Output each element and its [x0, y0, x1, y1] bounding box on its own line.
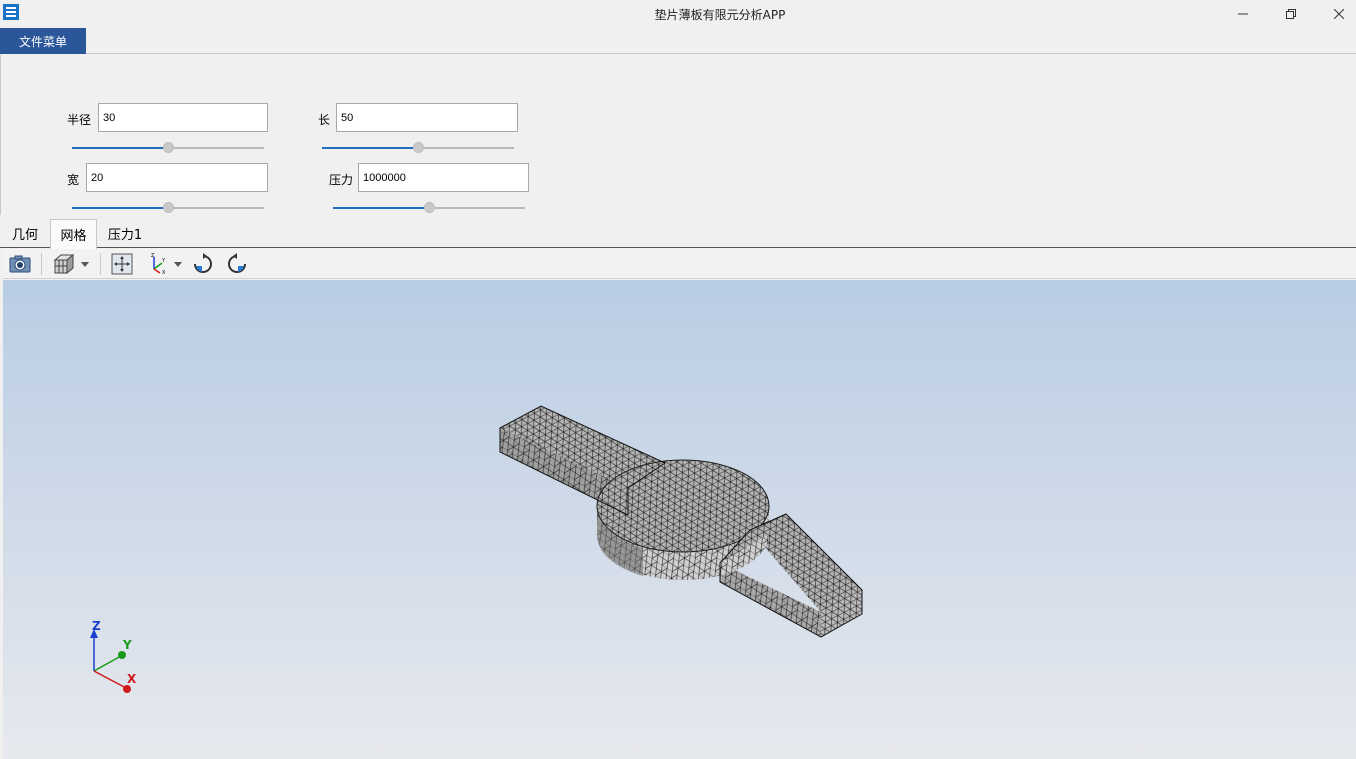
svg-text:Y: Y: [161, 258, 166, 264]
x-axis-line: [93, 670, 127, 689]
rotate-right-icon: [228, 253, 246, 273]
y-axis-line: [93, 655, 122, 672]
toolbar-separator: [100, 253, 101, 275]
camera-icon: [9, 255, 31, 273]
restore-button[interactable]: [1268, 0, 1314, 27]
axis-dropdown-button[interactable]: [172, 252, 184, 276]
width-slider[interactable]: [72, 202, 264, 214]
radius-input[interactable]: 30: [98, 103, 268, 132]
restore-icon: [1286, 8, 1296, 19]
slider-thumb[interactable]: [163, 142, 174, 153]
length-slider[interactable]: [322, 142, 514, 154]
axis-triad: Z Y X: [90, 619, 137, 693]
svg-text:Z: Z: [151, 253, 155, 259]
slider-fill: [72, 147, 168, 149]
rotate-left-icon: [194, 253, 212, 273]
gasket-mesh: [499, 405, 863, 638]
minimize-icon: [1238, 13, 1248, 14]
close-button[interactable]: [1316, 0, 1356, 27]
toolbar-separator: [41, 253, 42, 275]
minimize-button[interactable]: [1220, 0, 1266, 27]
tab-geometry[interactable]: 几何: [3, 219, 47, 248]
radius-slider[interactable]: [72, 142, 264, 154]
graphics-toolbar: Z Y X: [3, 249, 1356, 279]
close-icon: [1334, 8, 1344, 19]
dropdown-icon: [174, 261, 182, 267]
axis-orientation-icon: Z Y X: [151, 253, 166, 275]
window-title: 垫片薄板有限元分析APP: [654, 8, 786, 22]
mesh-model-view[interactable]: [3, 280, 1356, 759]
y-axis-arrow: [118, 651, 126, 659]
tab-mesh[interactable]: 网格: [50, 219, 97, 249]
slider-thumb[interactable]: [163, 202, 174, 213]
rotate-right-button[interactable]: [225, 252, 249, 276]
box-view-icon: [53, 253, 75, 275]
slider-fill: [322, 147, 418, 149]
length-label: 长: [318, 113, 331, 127]
graphics-viewport[interactable]: Z Y X: [3, 280, 1356, 759]
x-axis-label: X: [127, 672, 137, 686]
slider-thumb[interactable]: [413, 142, 424, 153]
tab-bar: 几何 网格 压力1: [0, 219, 1356, 249]
screenshot-button[interactable]: [8, 252, 32, 276]
radius-label: 半径: [67, 113, 92, 127]
axis-orientation-button[interactable]: Z Y X: [145, 252, 169, 276]
view-cube-button[interactable]: [51, 252, 77, 276]
pressure-label: 压力: [329, 173, 354, 187]
view-dropdown-button[interactable]: [79, 252, 91, 276]
title-bar: 垫片薄板有限元分析APP: [0, 0, 1356, 27]
file-menu-button[interactable]: 文件菜单: [0, 28, 86, 54]
rotate-left-button[interactable]: [191, 252, 215, 276]
y-axis-label: Y: [122, 638, 132, 652]
slider-fill: [333, 207, 429, 209]
width-label: 宽: [67, 173, 80, 187]
pressure-input[interactable]: 1000000: [358, 163, 529, 192]
dropdown-icon: [81, 261, 89, 267]
slider-fill: [72, 207, 168, 209]
pressure-slider[interactable]: [333, 202, 525, 214]
menu-bar: 文件菜单: [0, 27, 1356, 54]
zoom-extents-icon: [111, 253, 133, 275]
z-axis-label: Z: [92, 619, 101, 633]
tab-pressure1[interactable]: 压力1: [100, 219, 150, 248]
x-axis-arrow: [123, 685, 131, 693]
svg-text:X: X: [162, 270, 166, 275]
width-input[interactable]: 20: [86, 163, 268, 192]
length-input[interactable]: 50: [336, 103, 518, 132]
parameter-panel: 半径 30 长 50 宽 20 压力 1000000: [0, 55, 1356, 215]
zoom-extents-button[interactable]: [110, 252, 134, 276]
slider-thumb[interactable]: [424, 202, 435, 213]
